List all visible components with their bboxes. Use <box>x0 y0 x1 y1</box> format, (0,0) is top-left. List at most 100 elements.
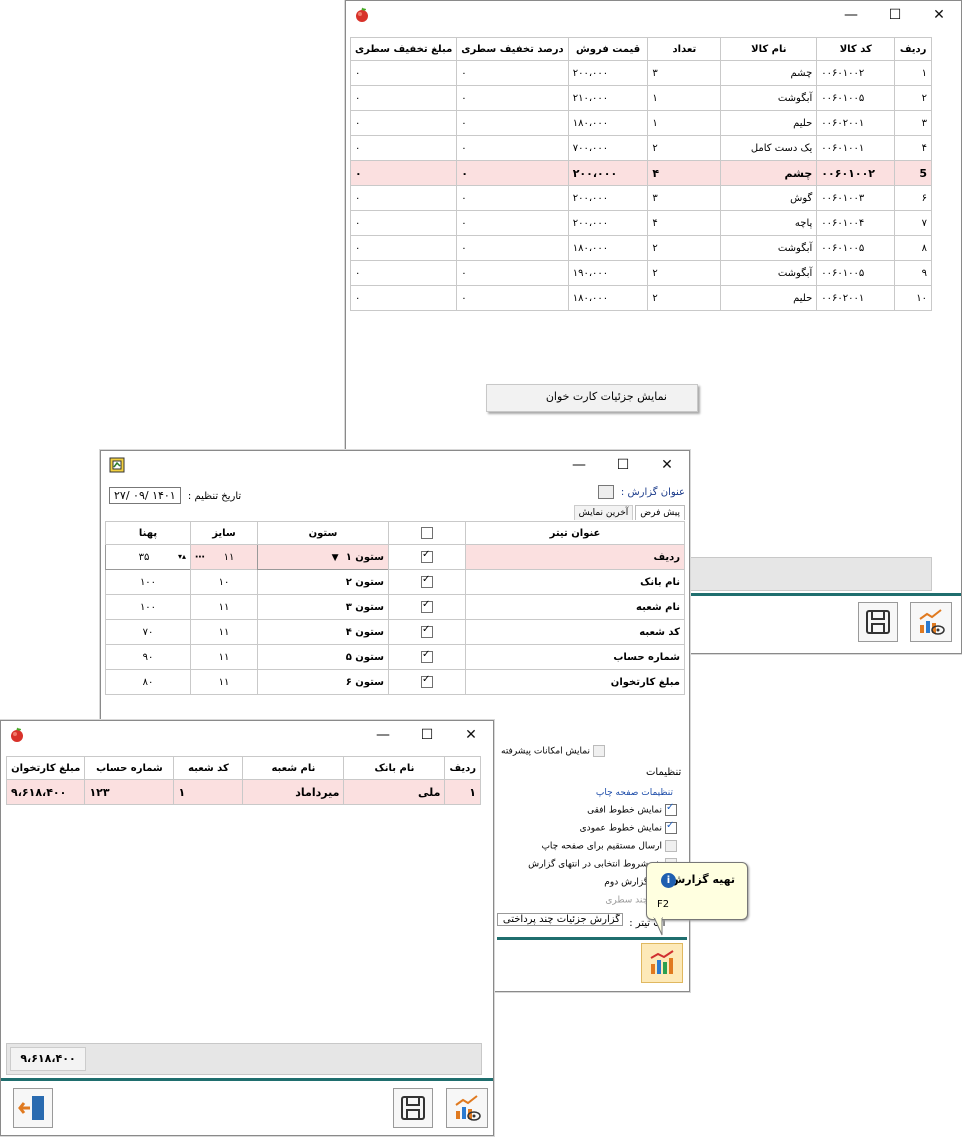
cell-visible[interactable] <box>388 594 466 620</box>
cell-discount-pct[interactable]: ۰ <box>456 285 569 311</box>
cell-qty[interactable]: ۲ <box>647 285 722 311</box>
col-row-header[interactable]: ردیف <box>444 756 481 780</box>
cell-code[interactable]: ۰۰۶۰۱۰۰۲ <box>816 160 896 186</box>
cell-qty[interactable]: ۲ <box>647 135 722 161</box>
cell-price[interactable]: ۲۱۰،۰۰۰ <box>567 85 649 111</box>
col-discount-pct-header[interactable]: درصد تخفیف سطری <box>456 37 569 61</box>
table-row[interactable]: ۱۰ ۰۰۶۰۲۰۰۱ حلیم ۲ ۱۸۰،۰۰۰ ۰ ۰ <box>349 285 932 311</box>
advanced-options-checkbox[interactable] <box>592 745 605 757</box>
cell-code[interactable]: ۰۰۶۰۱۰۰۵ <box>816 85 896 111</box>
cell-code[interactable]: ۰۰۶۰۱۰۰۵ <box>816 235 896 261</box>
maximize-button[interactable]: ☐ <box>873 1 917 29</box>
cell-qty[interactable]: ۳ <box>647 60 722 86</box>
cell-qty[interactable]: ۳ <box>647 185 722 211</box>
cell-name[interactable]: چشم <box>720 60 818 86</box>
maximize-button[interactable]: ☐ <box>601 451 645 479</box>
minimize-button[interactable]: — <box>361 721 405 749</box>
table-row[interactable]: ۶ ۰۰۶۰۱۰۰۳ گوش ۳ ۲۰۰،۰۰۰ ۰ ۰ <box>349 185 932 211</box>
cell-width[interactable]: ۳۵ ▴▾ <box>105 544 191 570</box>
cell-account[interactable]: ۱۲۳ <box>84 779 175 805</box>
col-amount-header[interactable]: مبلغ کارتخوان <box>5 756 86 780</box>
tab-last-view[interactable]: آخرین نمایش <box>573 505 634 520</box>
cell-size[interactable]: ۱۱ <box>190 594 258 620</box>
visible-checkbox[interactable] <box>421 649 433 663</box>
col-qty-header[interactable]: تعداد <box>647 37 722 61</box>
cell-discount-amt[interactable]: ۰ <box>349 85 458 111</box>
cell-size[interactable]: ۱۰ <box>190 569 258 595</box>
cell-name[interactable]: یک دست کامل <box>720 135 818 161</box>
cell-discount-amt[interactable]: ۰ <box>349 160 458 186</box>
table-row[interactable]: نام بانک ستون ۲ ۱۰ ۱۰۰ <box>105 569 685 595</box>
cell-size[interactable]: ۱۱ <box>190 619 258 645</box>
cell-name[interactable]: آبگوشت <box>720 85 818 111</box>
spinner-icon[interactable]: ▴▾ <box>178 552 186 561</box>
cell-qty[interactable]: ۲ <box>647 260 722 286</box>
cell-qty[interactable]: ۲ <box>647 235 722 261</box>
title-field-input[interactable]: گزارش جزئیات چند پرداختی <box>497 913 623 926</box>
cell-price[interactable]: ۲۰۰،۰۰۰ <box>567 210 649 236</box>
cell-row[interactable]: ۴ <box>894 135 932 161</box>
cell-price[interactable]: ۱۸۰،۰۰۰ <box>567 110 649 136</box>
cell-price[interactable]: ۱۹۰،۰۰۰ <box>567 260 649 286</box>
cell-size[interactable]: ۱۱ <box>190 644 258 670</box>
table-row[interactable]: ۱ ملی میرداماد ۱ ۱۲۳ ۹،۶۱۸،۴۰۰ <box>5 779 481 805</box>
cell-price[interactable]: ۲۰۰،۰۰۰ <box>567 185 649 211</box>
cell-name[interactable]: حلیم <box>720 110 818 136</box>
cell-row[interactable]: ۷ <box>894 210 932 236</box>
cell-width[interactable]: ۱۰۰ <box>105 569 191 595</box>
cell-column[interactable]: ستون ۶ <box>257 669 389 695</box>
maximize-button[interactable]: ☐ <box>405 721 449 749</box>
cell-price[interactable]: ۱۸۰،۰۰۰ <box>567 235 649 261</box>
col-discount-amt-header[interactable]: مبلغ تخفیف سطری <box>349 37 458 61</box>
col-size-header[interactable]: سایز <box>190 521 258 545</box>
cell-code[interactable]: ۰۰۶۰۱۰۰۳ <box>816 185 896 211</box>
print-option-checkbox[interactable] <box>665 820 677 834</box>
table-row[interactable]: شماره حساب ستون ۵ ۱۱ ۹۰ <box>105 644 685 670</box>
cell-code[interactable]: ۰۰۶۰۲۰۰۱ <box>816 285 896 311</box>
date-field[interactable]: ۱۴۰۱ /۰۹ /۲۷ <box>109 487 181 504</box>
cell-bank[interactable]: ملی <box>343 779 446 805</box>
cell-discount-amt[interactable]: ۰ <box>349 60 458 86</box>
cell-row[interactable]: ۹ <box>894 260 932 286</box>
table-row[interactable]: ۹ ۰۰۶۰۱۰۰۵ آبگوشت ۲ ۱۹۰،۰۰۰ ۰ ۰ <box>349 260 932 286</box>
close-button[interactable]: ✕ <box>449 721 493 749</box>
cell-title[interactable]: شماره حساب <box>465 644 685 670</box>
cell-discount-pct[interactable]: ۰ <box>456 185 569 211</box>
cell-row[interactable]: ۱ <box>894 60 932 86</box>
visible-checkbox[interactable] <box>421 549 433 563</box>
cell-row[interactable]: 5 <box>894 160 932 186</box>
save-button[interactable] <box>393 1088 433 1128</box>
cell-name[interactable]: حلیم <box>720 285 818 311</box>
cell-discount-pct[interactable]: ۰ <box>456 60 569 86</box>
prepare-report-button[interactable] <box>641 943 683 983</box>
cell-width[interactable]: ۷۰ <box>105 619 191 645</box>
col-name-header[interactable]: نام کالا <box>720 37 818 61</box>
cell-price[interactable]: ۱۸۰،۰۰۰ <box>567 285 649 311</box>
col-code-header[interactable]: کد کالا <box>816 37 896 61</box>
print-option-checkbox[interactable] <box>665 802 677 816</box>
col-branch-code-header[interactable]: کد شعبه <box>173 756 244 780</box>
cell-qty[interactable]: ۴ <box>647 160 722 186</box>
close-button[interactable]: ✕ <box>645 451 689 479</box>
cell-price[interactable]: ۷۰۰،۰۰۰ <box>567 135 649 161</box>
ellipsis-icon[interactable]: ⋯ <box>195 552 205 563</box>
cell-name[interactable]: گوش <box>720 185 818 211</box>
cell-visible[interactable] <box>388 619 466 645</box>
context-menu-item-card-details[interactable]: نمایش جزئیات کارت خوان <box>487 385 697 403</box>
cell-price[interactable]: ۲۰۰،۰۰۰ <box>567 60 649 86</box>
cell-row[interactable]: ۸ <box>894 235 932 261</box>
cell-visible[interactable] <box>388 669 466 695</box>
visible-checkbox[interactable] <box>421 599 433 613</box>
print-option-checkbox[interactable] <box>665 840 677 852</box>
table-row[interactable]: ۴ ۰۰۶۰۱۰۰۱ یک دست کامل ۲ ۷۰۰،۰۰۰ ۰ ۰ <box>349 135 932 161</box>
col-column-header[interactable]: ستون <box>257 521 389 545</box>
cell-qty[interactable]: ۴ <box>647 210 722 236</box>
exit-button[interactable] <box>13 1088 53 1128</box>
cell-row[interactable]: ۱۰ <box>894 285 932 311</box>
cell-discount-amt[interactable]: ۰ <box>349 185 458 211</box>
cell-code[interactable]: ۰۰۶۰۲۰۰۱ <box>816 110 896 136</box>
col-check-header[interactable] <box>388 521 466 545</box>
table-row[interactable]: ۱ ۰۰۶۰۱۰۰۲ چشم ۳ ۲۰۰،۰۰۰ ۰ ۰ <box>349 60 932 86</box>
save-button[interactable] <box>858 602 898 642</box>
visible-checkbox[interactable] <box>421 624 433 638</box>
